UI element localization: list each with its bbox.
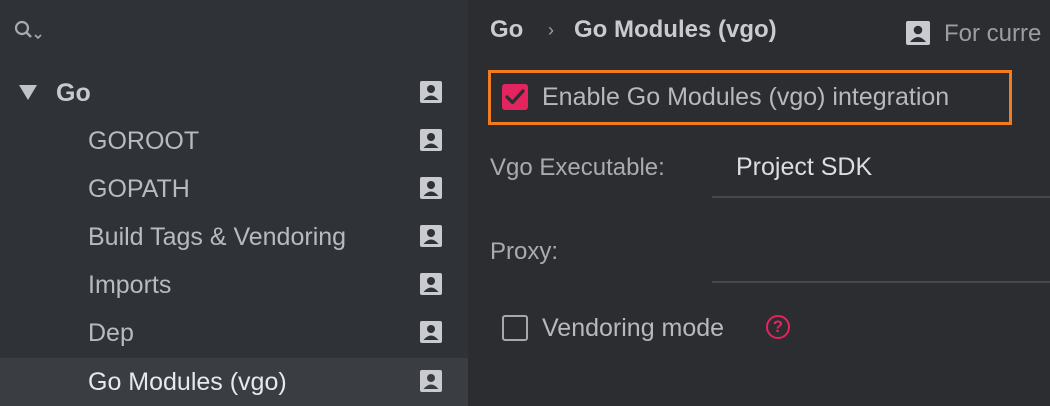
vendoring-mode-label[interactable]: Vendoring mode: [542, 314, 724, 343]
help-icon[interactable]: ?: [766, 315, 790, 339]
search-icon: [14, 20, 42, 40]
tree-item-build-tags[interactable]: Build Tags & Vendoring: [0, 213, 468, 261]
enable-vgo-checkbox[interactable]: [502, 84, 528, 110]
tree-item-go-modules[interactable]: Go Modules (vgo): [0, 358, 468, 406]
project-settings-icon: [420, 225, 442, 247]
tree-item-dep[interactable]: Dep: [0, 309, 468, 357]
proxy-underline: [712, 281, 1050, 283]
project-settings-icon: [420, 370, 442, 392]
proxy-label: Proxy:: [490, 238, 559, 265]
project-settings-icon: [420, 81, 442, 103]
breadcrumb-separator: ›: [548, 20, 554, 40]
project-settings-icon: [420, 129, 442, 151]
tree-item-label: Build Tags & Vendoring: [88, 222, 347, 251]
tree-item-goroot[interactable]: GOROOT: [0, 117, 468, 165]
settings-sidebar: Go GOROOT GOPATH Build Tags & Vendoring: [0, 0, 468, 406]
vgo-executable-label: Vgo Executable:: [490, 154, 665, 181]
project-settings-icon: [420, 177, 442, 199]
expand-arrow-icon[interactable]: [19, 85, 37, 100]
project-scope-icon: [906, 21, 930, 45]
tree-item-label: Go Modules (vgo): [88, 367, 287, 396]
project-settings-icon: [420, 273, 442, 295]
checkmark-icon: [505, 89, 525, 105]
tree-item-imports[interactable]: Imports: [0, 261, 468, 309]
tree-item-label: Dep: [88, 318, 134, 347]
page-title: Go Modules (vgo): [574, 16, 777, 43]
tree-item-label: GOROOT: [88, 126, 200, 155]
vgo-executable-field[interactable]: Project SDK: [736, 153, 872, 182]
tree-item-label: Go: [56, 78, 91, 107]
project-settings-icon: [420, 321, 442, 343]
scope-text: For curre: [944, 20, 1042, 47]
vendoring-mode-checkbox[interactable]: [502, 315, 528, 341]
vgo-executable-underline: [712, 196, 1050, 198]
tree-item-label: GOPATH: [88, 174, 190, 203]
search-field[interactable]: [14, 18, 54, 46]
enable-vgo-label[interactable]: Enable Go Modules (vgo) integration: [542, 83, 949, 112]
tree-item-go[interactable]: Go: [0, 69, 468, 117]
tree-item-gopath[interactable]: GOPATH: [0, 165, 468, 213]
breadcrumb-root[interactable]: Go: [490, 16, 523, 44]
tree-item-label: Imports: [88, 270, 172, 299]
